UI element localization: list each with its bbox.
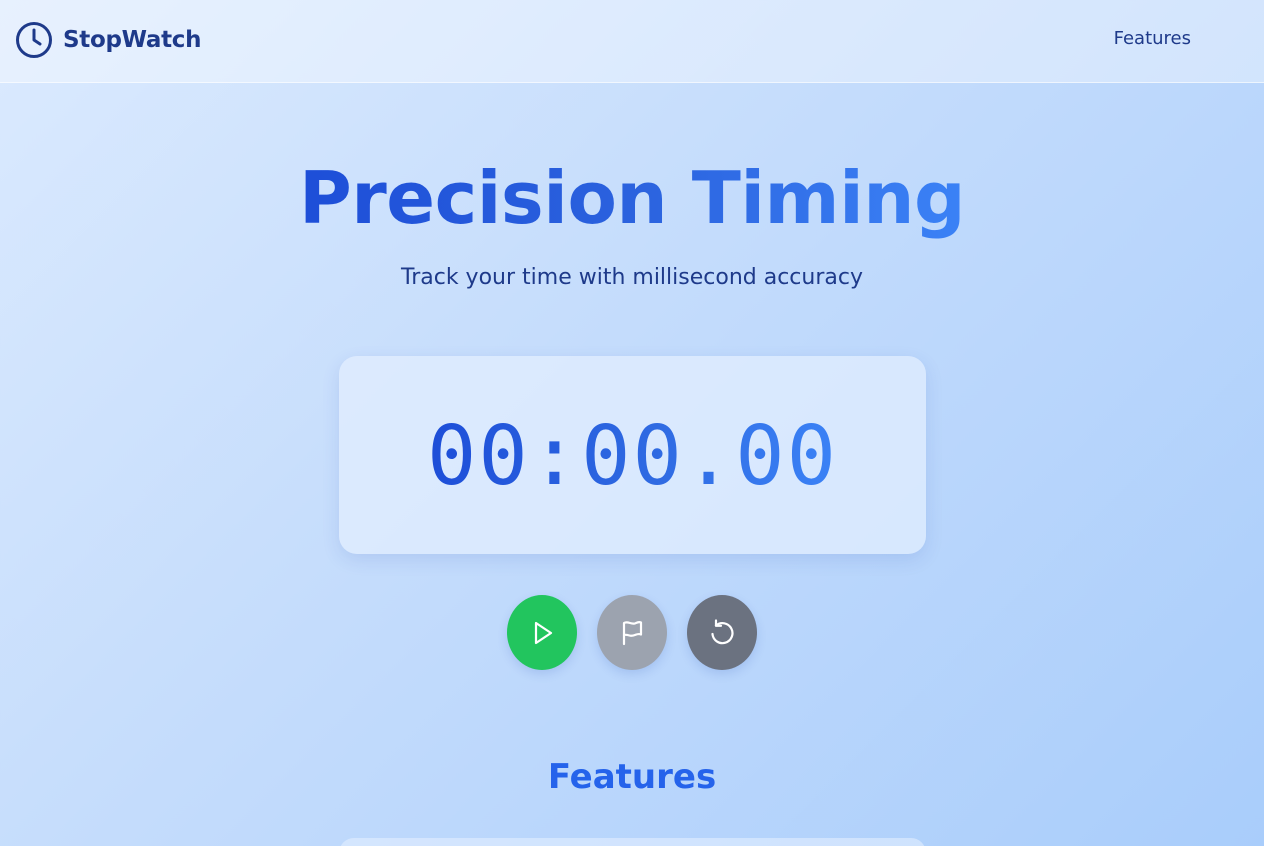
brand-logo[interactable]: StopWatch bbox=[15, 20, 202, 60]
brand-name: StopWatch bbox=[63, 27, 202, 53]
reset-icon bbox=[707, 618, 737, 648]
timer-card: 00:00.00 bbox=[339, 356, 926, 554]
timer-controls bbox=[507, 595, 757, 670]
timer-display: 00:00.00 bbox=[339, 408, 926, 506]
feature-card bbox=[339, 838, 926, 846]
nav-link-features[interactable]: Features bbox=[1114, 28, 1191, 49]
timer-value: 00:00.00 bbox=[427, 409, 838, 504]
lap-button[interactable] bbox=[597, 595, 667, 670]
hero-title: Precision Timing bbox=[0, 150, 1264, 246]
start-button[interactable] bbox=[507, 595, 577, 670]
reset-button[interactable] bbox=[687, 595, 757, 670]
features-heading: Features bbox=[547, 757, 717, 797]
hero-title-text: Precision Timing bbox=[298, 156, 966, 240]
play-icon bbox=[528, 619, 556, 647]
navbar: StopWatch Features bbox=[0, 0, 1264, 83]
clock-icon bbox=[15, 21, 53, 59]
hero-subtitle: Track your time with millisecond accurac… bbox=[401, 265, 863, 290]
flag-icon bbox=[618, 619, 646, 647]
